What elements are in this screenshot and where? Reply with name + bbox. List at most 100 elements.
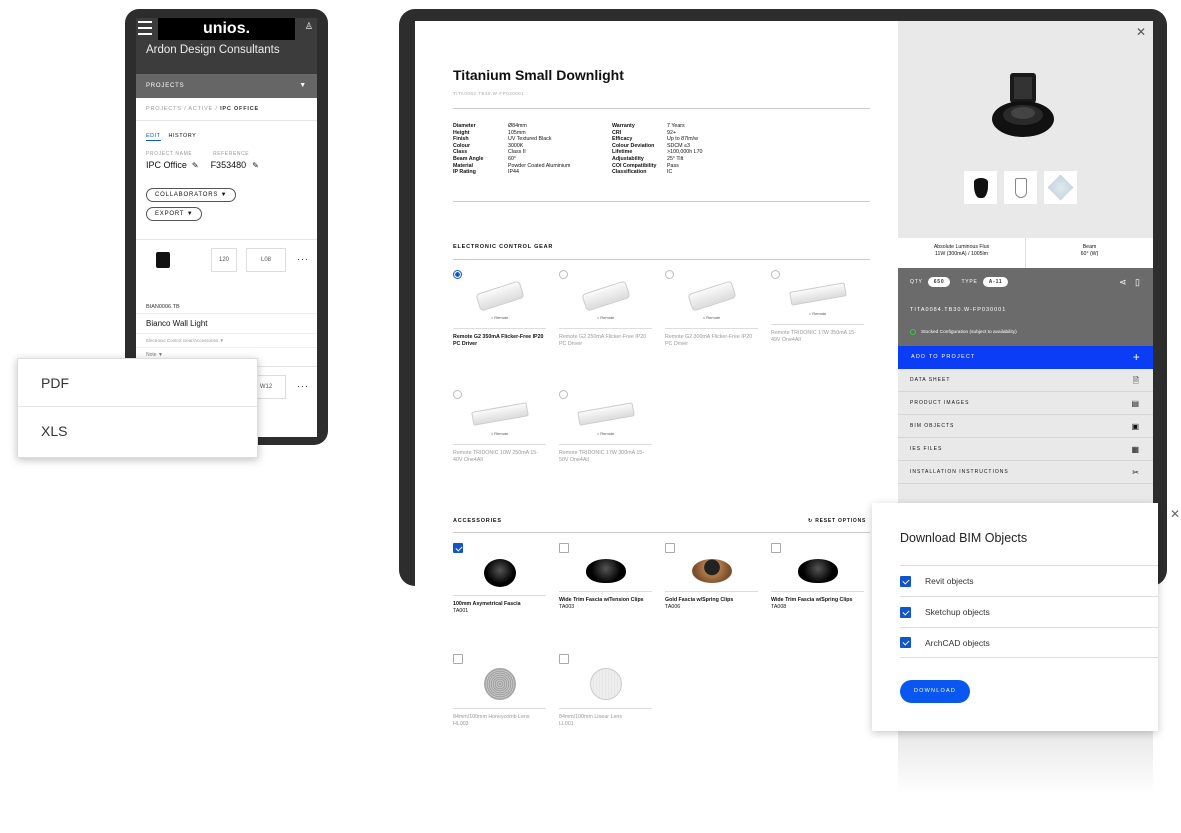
- radio-button[interactable]: [771, 270, 780, 279]
- checkbox[interactable]: [559, 654, 569, 664]
- spec-value: IC: [667, 169, 673, 176]
- accessory-code: TA001: [453, 608, 469, 614]
- spec-table-left: Diameter Ø84mm Height 105mm Finish UV Texture…: [453, 123, 570, 176]
- checkbox[interactable]: [900, 606, 911, 618]
- export-button[interactable]: EXPORT ▼: [146, 207, 203, 221]
- collaborators-button[interactable]: COLLABORATORS ▼: [146, 188, 237, 202]
- reference-value: F353480: [210, 160, 247, 170]
- data-sheet-link[interactable]: DATA SHEET 🗎: [898, 369, 1153, 392]
- accessory-name: Wide Trim Fascia w/Tension Clips: [559, 597, 644, 603]
- more-icon[interactable]: ···: [297, 381, 309, 391]
- type-label: TYPE: [961, 279, 978, 285]
- checkbox[interactable]: [559, 543, 569, 553]
- gear-option[interactable]: ⌂ Remote Remote G2 300mA Flicker-Free IP…: [665, 270, 758, 348]
- spec-label: Adjustability: [612, 155, 644, 162]
- add-to-project-button[interactable]: ADD TO PROJECT +: [898, 346, 1153, 369]
- radio-button[interactable]: [453, 270, 462, 279]
- checkbox[interactable]: [453, 654, 463, 664]
- image-thumbnails: [964, 171, 1077, 204]
- stock-status-icon: [910, 329, 916, 335]
- spec-label: Class: [453, 149, 468, 156]
- radio-button[interactable]: [559, 270, 568, 279]
- menu-icon[interactable]: [138, 21, 152, 35]
- gear-option[interactable]: ⌂ Remote Remote G2 350mA Flicker-Free IP…: [453, 270, 546, 348]
- checkbox[interactable]: [771, 543, 781, 553]
- export-xls-option[interactable]: XLS: [18, 407, 257, 455]
- accessory-option[interactable]: 84mm/100mm Honeycomb Lens HL003: [453, 654, 546, 728]
- bookmark-icon[interactable]: ▯: [1135, 277, 1140, 287]
- user-icon[interactable]: ♙: [305, 21, 313, 32]
- archcad-option[interactable]: ArchCAD objects: [900, 627, 1158, 658]
- checkbox[interactable]: [900, 637, 911, 648]
- spec-label: Efficacy: [612, 136, 633, 143]
- close-icon[interactable]: ✕: [1170, 507, 1180, 521]
- share-icon[interactable]: ⋖: [1119, 277, 1127, 287]
- radio-button[interactable]: [453, 390, 462, 399]
- modal-title: Download BIM Objects: [900, 531, 1028, 545]
- reference-label: REFERENCE: [213, 151, 250, 157]
- more-icon[interactable]: ···: [297, 254, 309, 264]
- accessory-code: TA006: [665, 604, 681, 610]
- projects-dropdown[interactable]: PROJECTS ▼: [136, 74, 317, 98]
- sketchup-option[interactable]: Sketchup objects: [900, 596, 1158, 627]
- accessory-option[interactable]: 100mm Asymetrical Fascia TA001: [453, 543, 546, 615]
- radio-button[interactable]: [665, 270, 674, 279]
- gear-option[interactable]: ⌂ Remote Remote TRIDONIC 17W 350mA 15-49…: [771, 270, 864, 344]
- accessory-option[interactable]: Wide Trim Fascia w/Tension Clips TA003: [559, 543, 652, 611]
- remote-label: ⌂ Remote: [808, 311, 827, 316]
- spec-row: IP Rating IP44: [453, 169, 570, 176]
- accessory-image: [589, 668, 622, 700]
- download-button[interactable]: DOWNLOAD: [900, 680, 970, 703]
- revit-option[interactable]: Revit objects: [900, 565, 1158, 596]
- spec-row: Diameter Ø84mm: [453, 123, 570, 130]
- bim-objects-link[interactable]: BIM OBJECTS ▣: [898, 415, 1153, 438]
- product-sku: TITA0084.TB30.W-FP030001: [453, 91, 525, 96]
- driver-image: [474, 280, 525, 312]
- installation-instructions-link[interactable]: INSTALLATION INSTRUCTIONS ✂: [898, 461, 1153, 484]
- checkbox[interactable]: [453, 543, 463, 553]
- configuration-sku: TITA0084.TB30.W-FP030001: [910, 307, 1007, 313]
- gear-dropdown[interactable]: Electronic Control Gear/Accessories ▼: [136, 334, 317, 348]
- gear-option-name: Remote TRIDONIC 10W 250mA 15-40V One4All: [453, 450, 538, 463]
- tab-history[interactable]: HISTORY: [169, 133, 197, 141]
- spec-row: Height 105mm: [453, 130, 570, 137]
- edit-icon[interactable]: ✎: [252, 161, 259, 170]
- accessory-option[interactable]: 84mm/100mm Linear Lens LL001: [559, 654, 652, 728]
- accessory-code: HL003: [453, 721, 469, 727]
- spec-row: Colour 3000K: [453, 143, 570, 150]
- export-pdf-option[interactable]: PDF: [18, 359, 257, 407]
- checkbox[interactable]: [665, 543, 675, 553]
- accessory-name: 84mm/100mm Linear Lens: [559, 714, 623, 720]
- tab-edit[interactable]: EDIT: [146, 133, 161, 141]
- accessory-option[interactable]: Gold Fascia w/Spring Clips TA006: [665, 543, 758, 611]
- plus-icon: +: [1132, 350, 1141, 364]
- product-main: Titanium Small Downlight TITA0084.TB30.W…: [415, 21, 898, 833]
- checkbox[interactable]: [900, 575, 911, 587]
- accessories-section-title: ACCESSORIES: [453, 518, 502, 524]
- qty-input[interactable]: 650: [927, 277, 951, 287]
- projects-label: PROJECTS: [146, 83, 185, 89]
- accessory-option[interactable]: Wide Trim Fascia w/Spring Clips TA008: [771, 543, 864, 611]
- thumbnail-beam[interactable]: [1044, 171, 1077, 204]
- flux-label: Absolute Luminous Flux: [933, 244, 990, 250]
- breadcrumb-path[interactable]: PROJECTS / ACTIVE /: [146, 106, 220, 112]
- beam-label: Beam: [1082, 244, 1097, 250]
- flux-value: 11W (300mA) / 1005lm: [935, 251, 988, 257]
- gear-option[interactable]: ⌂ Remote Remote TRIDONIC 17W 300mA 15-50…: [559, 390, 652, 464]
- thumbnail-drawing[interactable]: [1004, 171, 1037, 204]
- gear-option[interactable]: ⌂ Remote Remote TRIDONIC 10W 250mA 15-40…: [453, 390, 546, 464]
- reference-field[interactable]: L08: [246, 248, 286, 272]
- type-input[interactable]: A-11: [982, 277, 1009, 287]
- product-images-link[interactable]: PRODUCT IMAGES ▤: [898, 392, 1153, 415]
- spec-value: Class II: [508, 149, 526, 156]
- thumbnail-product[interactable]: [964, 171, 997, 204]
- radio-button[interactable]: [559, 390, 568, 399]
- cube-icon: ▣: [1131, 422, 1140, 431]
- close-icon[interactable]: ✕: [1136, 25, 1146, 39]
- quantity-field[interactable]: 120: [211, 248, 237, 272]
- edit-icon[interactable]: ✎: [192, 161, 199, 170]
- reset-options-button[interactable]: ↻ RESET OPTIONS: [808, 518, 866, 524]
- spec-value: Pass: [667, 162, 679, 169]
- gear-option[interactable]: ⌂ Remote Remote G2 250mA Flicker-Free IP…: [559, 270, 652, 348]
- ies-files-link[interactable]: IES FILES ▦: [898, 438, 1153, 461]
